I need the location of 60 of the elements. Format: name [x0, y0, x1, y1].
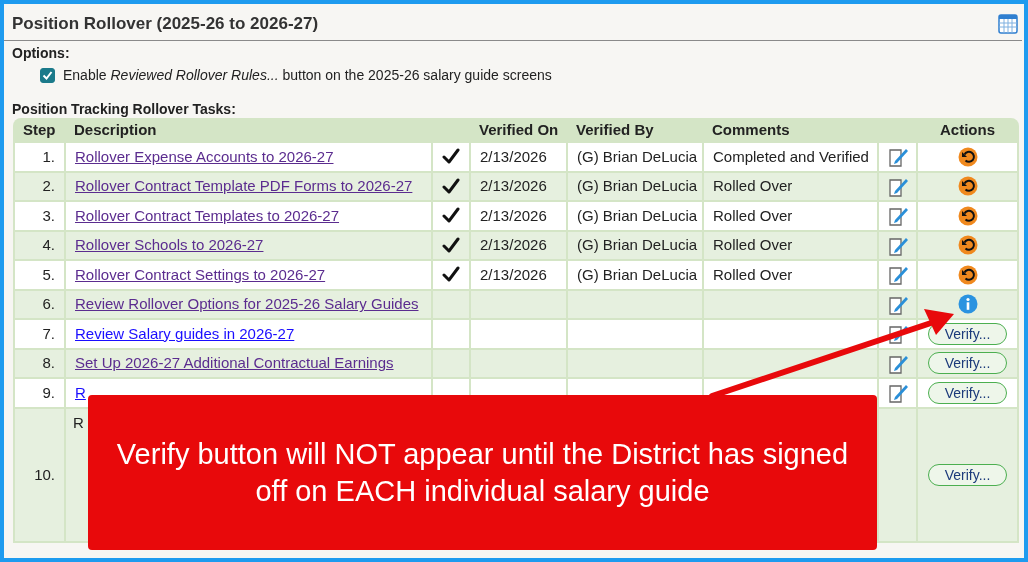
verify-button[interactable]: Verify...: [927, 463, 1008, 486]
comment-text: Completed and Verified: [713, 147, 869, 165]
step-number: 8.: [42, 354, 55, 372]
check-icon: [442, 148, 460, 166]
check-icon: [442, 236, 460, 254]
calendar-icon[interactable]: [998, 14, 1018, 34]
verified-date: 2/13/2026: [480, 177, 547, 195]
verified-date: 2/13/2026: [480, 206, 547, 224]
comment-text: Rolled Over: [713, 236, 793, 254]
step-number: 4.: [42, 236, 55, 254]
panel-title: Position Rollover (2025-26 to 2026-27): [12, 13, 319, 35]
check-icon: [442, 266, 460, 284]
info-icon[interactable]: [957, 294, 978, 315]
undo-icon[interactable]: [957, 205, 978, 226]
task-link[interactable]: R: [75, 383, 86, 401]
verifier-name: (G) Brian DeLucia: [577, 147, 698, 165]
verified-date: 2/13/2026: [480, 265, 547, 283]
check-icon: [442, 207, 460, 225]
edit-icon[interactable]: [888, 146, 909, 168]
column-header: Verified By: [567, 118, 703, 142]
comment-text: Rolled Over: [713, 265, 793, 283]
verified-date: 2/13/2026: [480, 236, 547, 254]
column-header: Actions: [917, 118, 1019, 142]
step-number: 7.: [42, 324, 55, 342]
column-header: Comments: [703, 118, 918, 142]
undo-icon[interactable]: [957, 235, 978, 256]
step-number: 2.: [42, 177, 55, 195]
verified-date: 2/13/2026: [480, 147, 547, 165]
verify-button[interactable]: Verify...: [927, 322, 1008, 345]
comment-text: Rolled Over: [713, 177, 793, 195]
step-number: 3.: [42, 206, 55, 224]
comment-text: Rolled Over: [713, 206, 793, 224]
edit-icon[interactable]: [888, 205, 909, 227]
step-number: 1.: [42, 147, 55, 165]
edit-icon[interactable]: [888, 323, 909, 345]
verifier-name: (G) Brian DeLucia: [577, 265, 698, 283]
undo-icon[interactable]: [957, 264, 978, 285]
edit-icon[interactable]: [888, 264, 909, 286]
undo-icon[interactable]: [957, 146, 978, 167]
verify-button[interactable]: Verify...: [927, 352, 1008, 375]
section-heading: Position Tracking Rollover Tasks:: [11, 101, 237, 118]
step-number: 10.: [34, 465, 55, 483]
check-icon: [442, 177, 460, 195]
verifier-name: (G) Brian DeLucia: [577, 177, 698, 195]
step-number: 9.: [42, 383, 55, 401]
verify-button[interactable]: Verify...: [927, 381, 1008, 404]
section-heading: Options:: [11, 45, 71, 62]
column-header: Description: [65, 118, 470, 142]
option-label: Enable Reviewed Rollover Rules... button on the 2025-26 salary guide screens: [63, 67, 552, 84]
undo-icon[interactable]: [957, 176, 978, 197]
edit-icon[interactable]: [888, 382, 909, 404]
column-header: Verified On: [470, 118, 567, 142]
column-header: Step: [14, 118, 65, 142]
verifier-name: (G) Brian DeLucia: [577, 236, 698, 254]
task-text: R: [73, 413, 84, 431]
verifier-name: (G) Brian DeLucia: [577, 206, 698, 224]
step-number: 6.: [42, 295, 55, 313]
callout-note: Verify button will NOT appear until the District has signed off on EACH individual salary guide: [88, 395, 877, 550]
checkbox[interactable]: [40, 68, 55, 83]
step-number: 5.: [42, 265, 55, 283]
